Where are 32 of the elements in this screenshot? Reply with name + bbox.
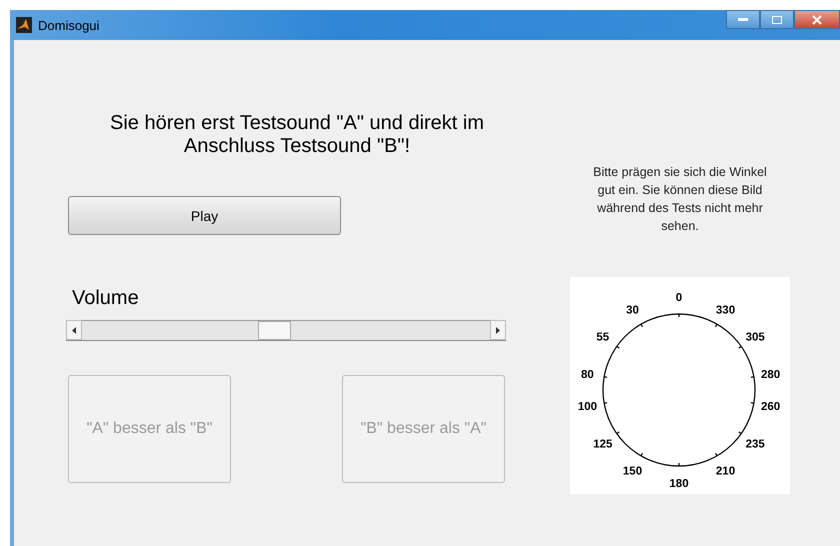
angle-label: 100	[578, 401, 597, 414]
angle-label: 0	[676, 292, 682, 304]
angle-label: 80	[581, 368, 594, 381]
close-icon	[812, 14, 822, 24]
angle-label: 30	[626, 304, 639, 316]
maximize-button[interactable]	[760, 10, 794, 29]
angle-label: 125	[593, 438, 612, 450]
volume-slider[interactable]	[66, 320, 506, 341]
angle-label: 180	[669, 478, 689, 490]
angle-label: 55	[596, 332, 610, 344]
app-icon	[16, 17, 32, 33]
window-title: Domisogui	[38, 18, 100, 32]
minimize-icon	[738, 18, 748, 22]
angle-label: 210	[716, 466, 736, 478]
angle-label: 305	[746, 332, 765, 344]
angle-label: 280	[761, 368, 780, 381]
volume-label: Volume	[72, 287, 140, 310]
close-button[interactable]	[794, 10, 840, 29]
play-button[interactable]: Play	[68, 196, 341, 235]
hint-text: Bitte prägen sie sich die Winkel gut ein. Sie können diese Bild während des Tests nicht mehr sehen.	[592, 164, 768, 235]
minimize-button[interactable]	[726, 10, 760, 29]
left-arrow-icon	[72, 326, 76, 334]
angle-label: 330	[716, 304, 736, 316]
angle-label: 260	[761, 401, 780, 414]
right-arrow-icon	[496, 326, 500, 334]
angle-label: 150	[622, 466, 642, 478]
maximize-icon	[772, 16, 782, 24]
slider-thumb[interactable]	[258, 321, 292, 340]
instruction-text: Sie hören erst Testsound "A" und direkt im Anschluss Testsound "B"!	[108, 112, 486, 158]
left-arrow-button[interactable]	[66, 320, 82, 340]
right-arrow-button[interactable]	[490, 320, 506, 340]
angle-label: 235	[746, 438, 765, 450]
